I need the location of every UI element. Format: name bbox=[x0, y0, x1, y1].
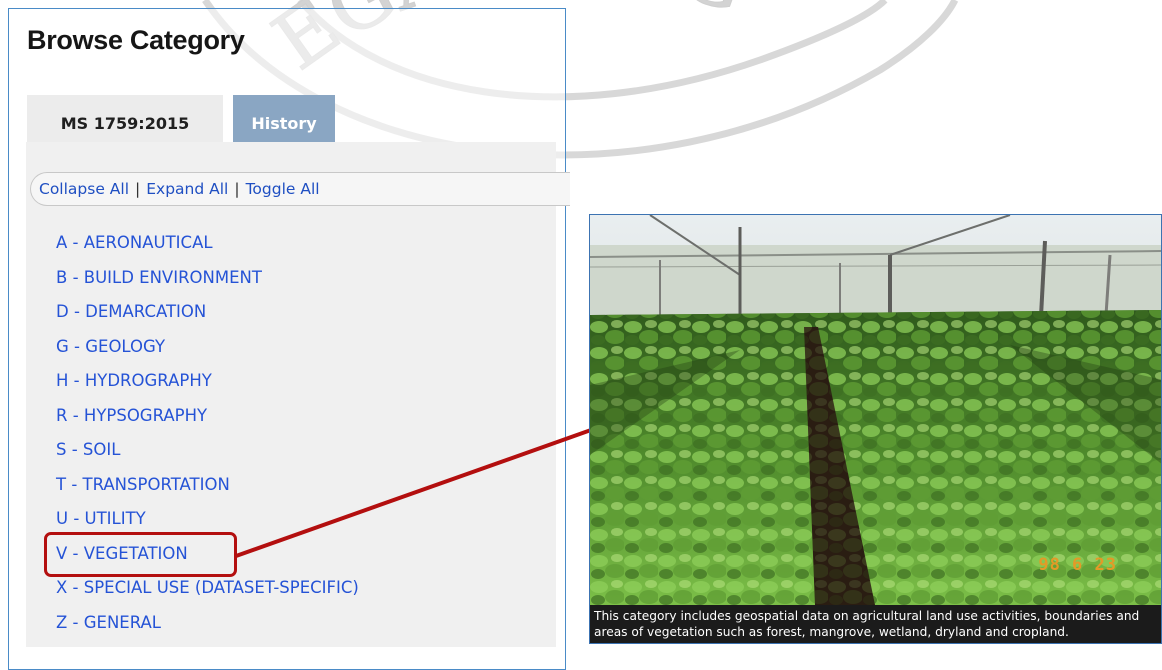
category-general[interactable]: Z - GENERAL bbox=[56, 606, 359, 641]
expand-all-link[interactable]: Expand All bbox=[146, 180, 228, 198]
tree-controls-bar: Collapse All | Expand All | Toggle All bbox=[30, 172, 570, 206]
caption-line: This category includes geospatial data o… bbox=[594, 609, 1140, 623]
category-hypsography[interactable]: R - HYPSOGRAPHY bbox=[56, 399, 359, 434]
caption-line: areas of vegetation such as forest, mang… bbox=[594, 625, 1069, 639]
panel-title: Browse Category bbox=[27, 25, 245, 55]
category-geology[interactable]: G - GEOLOGY bbox=[56, 330, 359, 365]
category-aeronautical[interactable]: A - AERONAUTICAL bbox=[56, 226, 359, 261]
separator: | bbox=[135, 180, 141, 198]
category-hydrography[interactable]: H - HYDROGRAPHY bbox=[56, 364, 359, 399]
collapse-all-link[interactable]: Collapse All bbox=[39, 180, 129, 198]
category-preview-panel: 98 6 23 This category includes geospatia… bbox=[589, 214, 1162, 644]
photo-date-stamp: 98 6 23 bbox=[1038, 555, 1117, 575]
toggle-all-link[interactable]: Toggle All bbox=[246, 180, 320, 198]
separator: | bbox=[234, 180, 240, 198]
category-transportation[interactable]: T - TRANSPORTATION bbox=[56, 468, 359, 503]
category-soil[interactable]: S - SOIL bbox=[56, 433, 359, 468]
category-demarcation[interactable]: D - DEMARCATION bbox=[56, 295, 359, 330]
category-build-environment[interactable]: B - BUILD ENVIRONMENT bbox=[56, 261, 359, 296]
vegetation-photo bbox=[590, 215, 1161, 605]
vegetation-highlight-box bbox=[44, 532, 237, 577]
category-list: A - AERONAUTICAL B - BUILD ENVIRONMENT D… bbox=[56, 226, 359, 640]
preview-caption: This category includes geospatial data o… bbox=[590, 605, 1161, 643]
